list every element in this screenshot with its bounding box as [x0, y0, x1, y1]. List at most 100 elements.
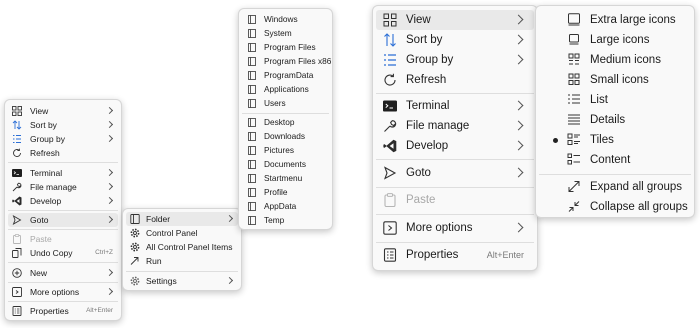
gear-icon [130, 228, 140, 238]
view-item-large-icons[interactable]: Large icons [539, 30, 691, 50]
shortcut-text: Alt+Enter [86, 307, 113, 314]
menu-item-view[interactable]: View [376, 10, 534, 30]
folder-item-programdata[interactable]: ProgramData [242, 68, 329, 82]
view-item-collapse-all-groups[interactable]: Collapse all groups [539, 197, 691, 217]
group-list-icon [12, 134, 22, 144]
menu-item-properties[interactable]: Properties Alt+Enter [376, 245, 534, 265]
menu-item-goto[interactable]: Goto [8, 213, 118, 227]
folder-icon [248, 118, 256, 127]
chevron-right-icon [105, 120, 114, 129]
menu-item-develop[interactable]: Develop [8, 194, 118, 208]
view-grid-icon [12, 106, 22, 116]
folder-item-appdata[interactable]: AppData [242, 199, 329, 213]
folder-item-label: Program Files x86 [264, 56, 332, 66]
menu-item-terminal[interactable]: Terminal [376, 96, 534, 116]
menu-item-properties[interactable]: Properties Alt+Enter [8, 304, 118, 318]
folder-item-label: Documents [264, 159, 306, 169]
folder-item-system[interactable]: System [242, 26, 329, 40]
folder-item-profile[interactable]: Profile [242, 185, 329, 199]
menu-item-label: All Control Panel Items [146, 242, 233, 252]
folder-item-label: Pictures [264, 145, 294, 155]
menu-item-more-options[interactable]: More options [376, 218, 534, 238]
view-item-label: Content [590, 154, 631, 166]
menu-item-undo-copy[interactable]: Undo Copy Ctrl+Z [8, 246, 118, 260]
small-icons-icon [567, 73, 581, 86]
menu-item-file-manage[interactable]: File manage [376, 116, 534, 136]
folder-item-documents[interactable]: Documents [242, 157, 329, 171]
view-item-content[interactable]: Content [539, 150, 691, 170]
menu-item-label: Control Panel [146, 228, 198, 238]
folder-item-users[interactable]: Users [242, 96, 329, 110]
folder-item-pictures[interactable]: Pictures [242, 143, 329, 157]
collapse-icon [567, 200, 581, 213]
folder-icon [130, 214, 140, 224]
menu-item-all-control-panel-items[interactable]: All Control Panel Items [126, 240, 238, 254]
chevron-right-icon [513, 167, 524, 178]
menu-item-group-by[interactable]: Group by [376, 50, 534, 70]
menu-item-file-manage[interactable]: File manage [8, 180, 118, 194]
menu-item-terminal[interactable]: Terminal [8, 166, 118, 180]
shortcut-text: Alt+Enter [486, 250, 524, 260]
menu-item-sort-by[interactable]: Sort by [8, 118, 118, 132]
folder-icon [248, 43, 256, 52]
menu-item-goto[interactable]: Goto [376, 163, 534, 183]
folder-item-label: AppData [264, 201, 297, 211]
terminal-icon [382, 98, 397, 113]
folder-item-label: System [264, 28, 292, 38]
folder-item-startmenu[interactable]: Startmenu [242, 171, 329, 185]
view-item-label: Small icons [590, 74, 649, 86]
folder-item-program-files[interactable]: Program Files [242, 40, 329, 54]
folder-submenu: Windows System Program Files Program Fil… [238, 8, 333, 230]
menu-item-label: Properties [406, 249, 459, 261]
terminal-icon [12, 168, 22, 178]
expand-icon [567, 180, 581, 193]
folder-item-temp[interactable]: Temp [242, 213, 329, 227]
view-item-medium-icons[interactable]: Medium icons [539, 50, 691, 70]
menu-item-control-panel[interactable]: Control Panel [126, 226, 238, 240]
menu-separator [8, 262, 118, 263]
menu-item-refresh[interactable]: Refresh [376, 70, 534, 90]
menu-item-label: Paste [406, 194, 436, 206]
menu-item-run[interactable]: Run [126, 254, 238, 268]
view-item-label: Tiles [590, 134, 614, 146]
menu-item-develop[interactable]: Develop [376, 136, 534, 156]
folder-item-desktop[interactable]: Desktop [242, 115, 329, 129]
chevron-right-icon [513, 100, 524, 111]
menu-item-refresh[interactable]: Refresh [8, 146, 118, 160]
view-item-tiles[interactable]: Tiles [539, 130, 691, 150]
menu-separator [376, 159, 534, 160]
view-item-list[interactable]: List [539, 90, 691, 110]
refresh-icon [382, 72, 397, 87]
view-item-expand-all-groups[interactable]: Expand all groups [539, 177, 691, 197]
menu-item-group-by[interactable]: Group by [8, 132, 118, 146]
chevron-right-icon [225, 276, 234, 285]
menu-separator [376, 242, 534, 243]
folder-item-label: Program Files [264, 42, 316, 52]
folder-item-applications[interactable]: Applications [242, 82, 329, 96]
menu-item-label: Undo Copy [30, 248, 73, 258]
chevron-right-icon [105, 106, 114, 115]
view-item-label: Large icons [590, 34, 650, 46]
view-item-details[interactable]: Details [539, 110, 691, 130]
folder-icon [248, 15, 256, 24]
folder-item-windows[interactable]: Windows [242, 12, 329, 26]
menu-item-label: Sort by [406, 34, 443, 46]
menu-item-label: Develop [406, 140, 449, 152]
paste-icon [382, 192, 397, 207]
menu-item-label: Settings [146, 276, 177, 286]
folder-item-downloads[interactable]: Downloads [242, 129, 329, 143]
menu-item-new[interactable]: New [8, 266, 118, 280]
run-arrow-icon [130, 256, 140, 266]
menu-item-label: Goto [406, 167, 431, 179]
menu-item-sort-by[interactable]: Sort by [376, 30, 534, 50]
menu-item-view[interactable]: View [8, 104, 118, 118]
menu-item-settings[interactable]: Settings [126, 274, 238, 288]
chevron-right-icon [513, 222, 524, 233]
folder-item-label: Windows [264, 14, 298, 24]
menu-item-more-options[interactable]: More options [8, 285, 118, 299]
sort-icon [12, 120, 22, 130]
menu-item-folder[interactable]: Folder [126, 212, 238, 226]
folder-item-program-files-x86[interactable]: Program Files x86 [242, 54, 332, 68]
view-item-extra-large-icons[interactable]: Extra large icons [539, 10, 691, 30]
view-item-small-icons[interactable]: Small icons [539, 70, 691, 90]
